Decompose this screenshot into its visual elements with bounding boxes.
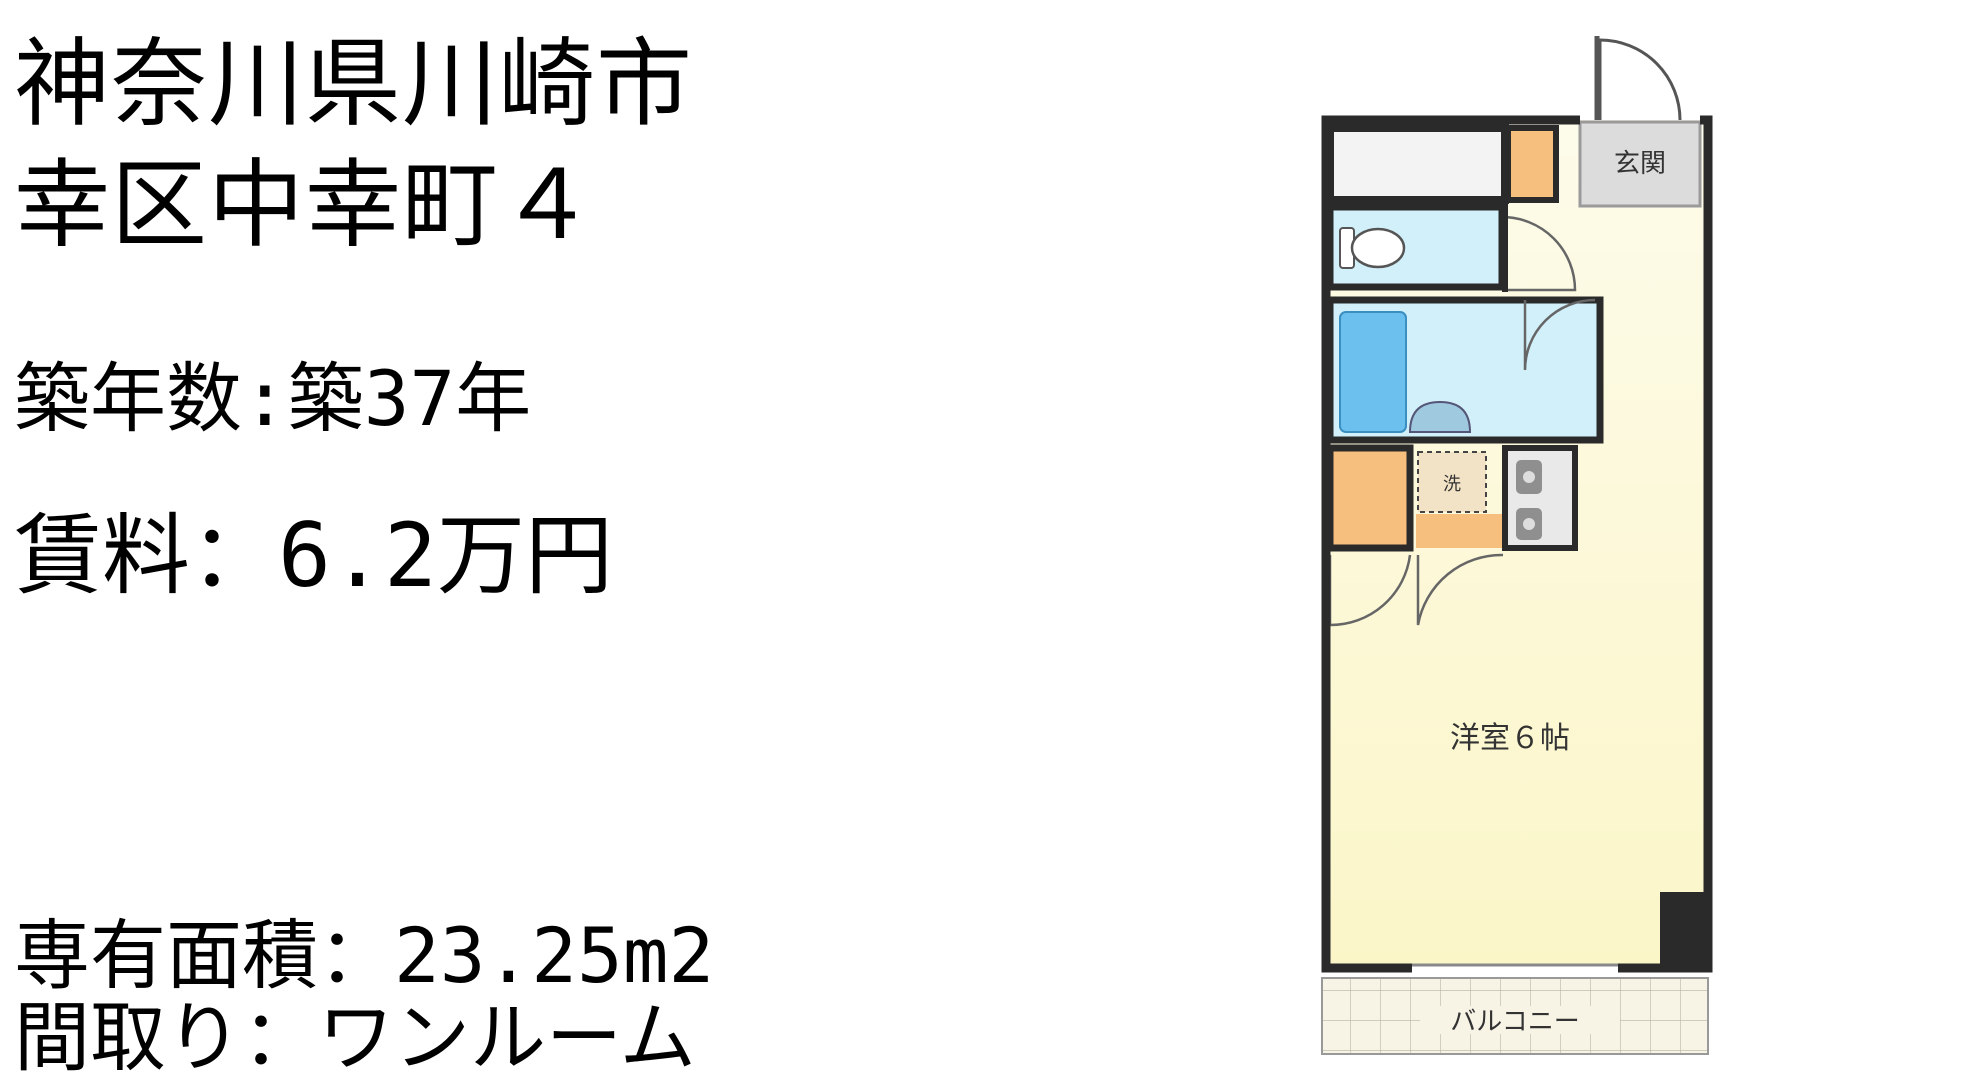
- floor-plan: 玄関 洗 洋室６帖 バルコニー: [1321, 36, 1713, 1055]
- entrance-label: 玄関: [1614, 149, 1666, 179]
- kitchen-closet: [1326, 444, 1414, 552]
- shoe-storage: [1505, 125, 1559, 203]
- balcony-label: バルコニー: [1450, 1007, 1579, 1037]
- floor-area: 専有面積：23.25m2: [14, 911, 715, 1000]
- laundry-label: 洗: [1443, 474, 1461, 495]
- kitchen-counter: [1416, 514, 1516, 548]
- address-line-1: 神奈川県川崎市: [14, 28, 693, 140]
- address-line-2: 幸区中幸町４: [14, 149, 596, 261]
- top-closet: [1326, 124, 1509, 204]
- room-label: 洋室６帖: [1450, 721, 1570, 756]
- toilet-icon: [1339, 227, 1406, 269]
- entrance-door: [1598, 38, 1682, 121]
- bathtub: [1339, 311, 1407, 433]
- rent-price: 賃料：6.2万円: [14, 504, 613, 607]
- building-age: 築年数:築37年: [14, 354, 532, 443]
- pillar: [1660, 892, 1708, 968]
- room-layout: 間取り：ワンルーム: [14, 993, 696, 1082]
